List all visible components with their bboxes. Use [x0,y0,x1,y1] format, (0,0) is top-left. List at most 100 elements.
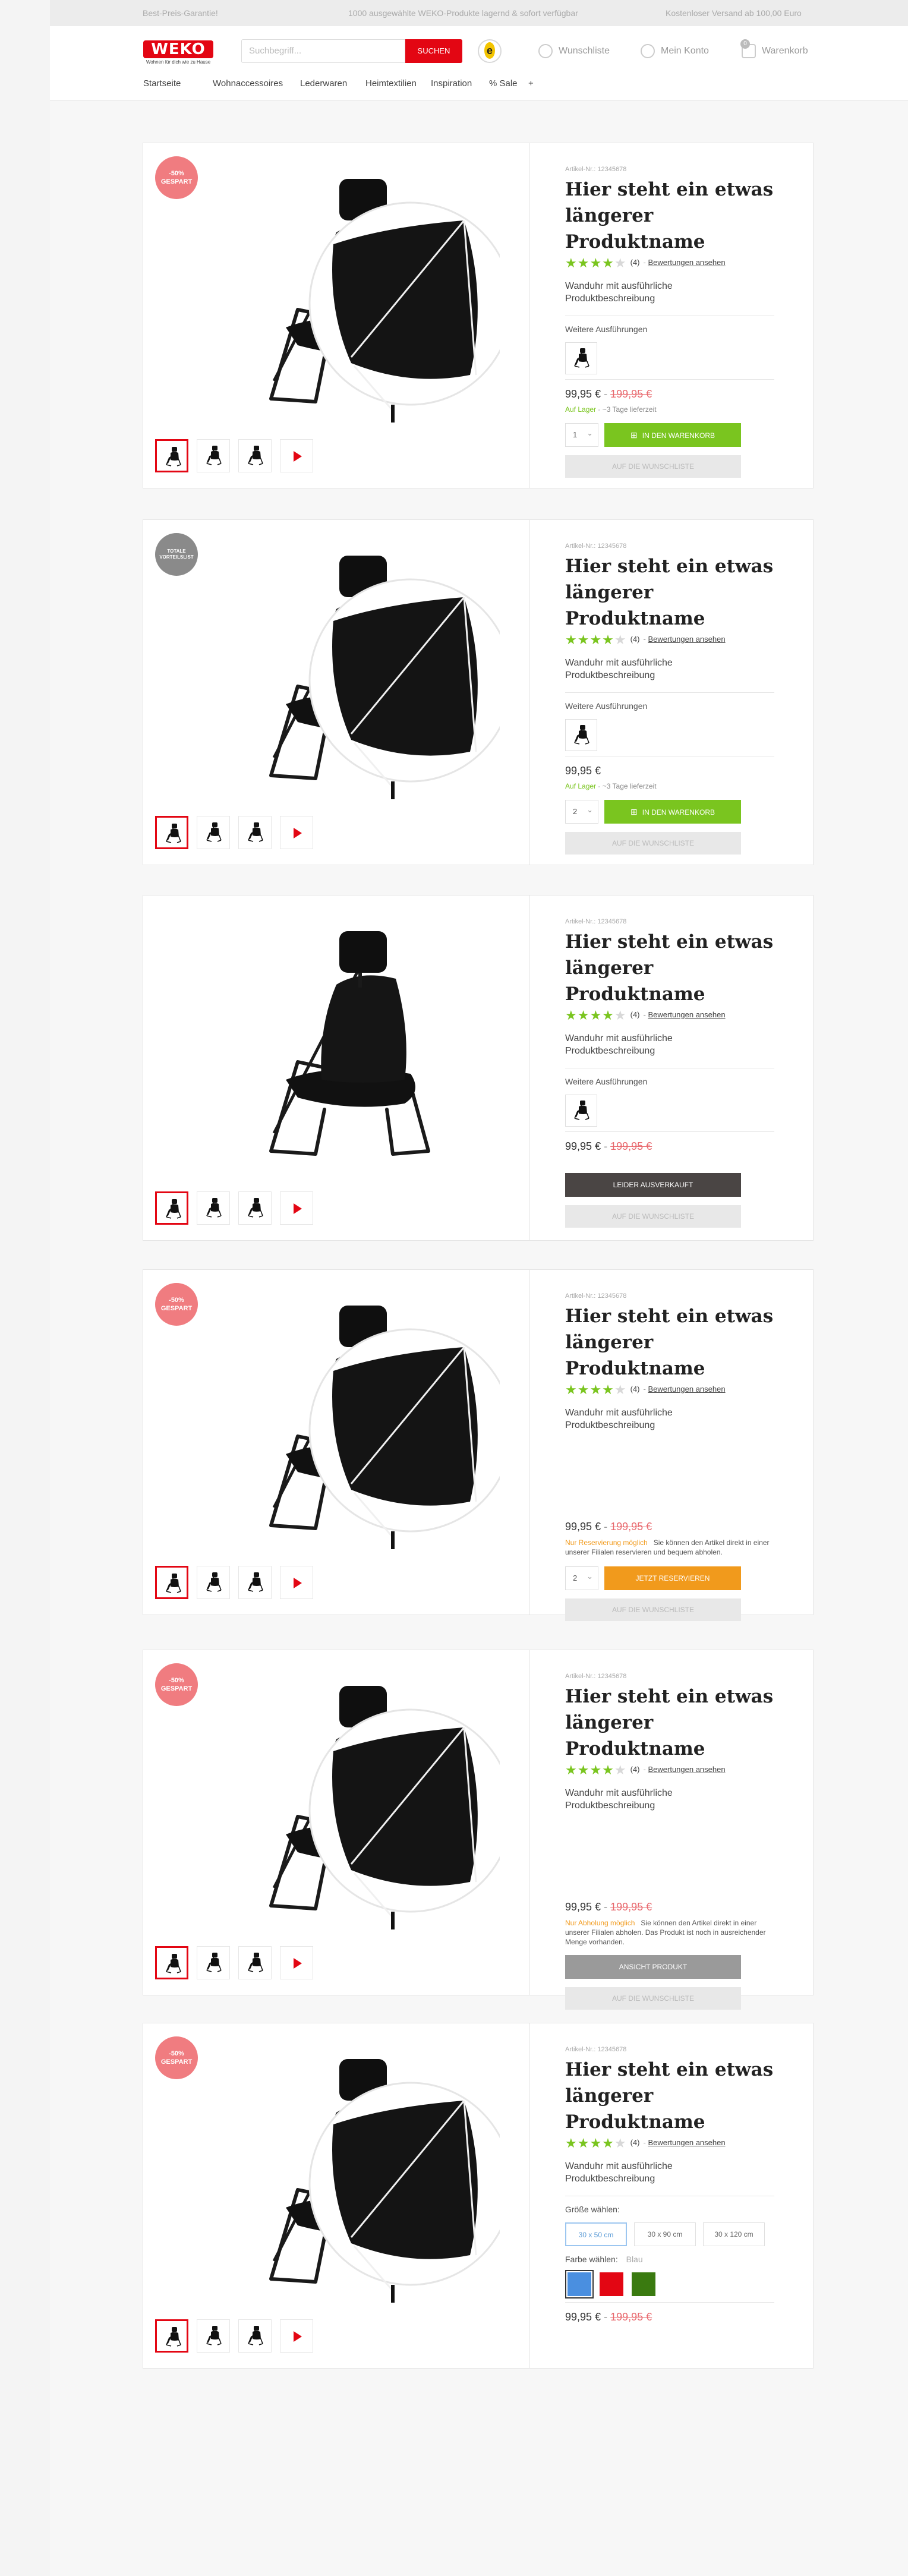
product-card: TOTALE VORTEILSLIST Artikel-Nr.: 1234567… [143,519,814,865]
nav-item-startseite[interactable]: Startseite [143,78,181,89]
video-play-icon[interactable] [280,1946,313,1979]
sold-out-button[interactable]: LEIDER AUSVERKAUFT [565,1173,741,1197]
wishlist-link[interactable]: Wunschliste [538,44,610,58]
top-info-bar: Best-Preis-Garantie! 1000 ausgewählte WE… [50,0,908,26]
reviews-link[interactable]: Bewertungen ansehen [648,258,725,267]
video-play-icon[interactable] [280,439,313,472]
discount-badge: -50% GESPART [155,1663,198,1706]
nav-item-wohnaccessoires[interactable]: Wohnaccessoires [213,78,283,89]
thumbnail-2[interactable] [197,2319,230,2353]
thumbnail-1[interactable] [155,1946,188,1979]
add-to-wishlist-button[interactable]: AUF DIE WUNSCHLISTE [565,832,741,855]
color-swatch[interactable] [565,2270,594,2298]
currency: € [595,1521,601,1533]
add-to-cart-button[interactable]: ⊞ IN DEN WARENKORB [604,800,741,824]
color-swatch[interactable] [600,2272,623,2296]
currency: € [595,2311,601,2323]
product-card: -50% GESPART Artikel-Nr.: 12345678 Hier s… [143,2023,814,2369]
thumbnail-2[interactable] [197,816,230,849]
view-product-button[interactable]: ANSICHT PRODUKT [565,1955,741,1979]
thumbnail-1[interactable] [155,439,188,472]
nav-item-lederwaren[interactable]: Lederwaren [300,78,347,89]
thumbnail-1[interactable] [155,2319,188,2353]
rating-stars-icon: ★★★★★ [565,632,627,647]
currency: € [595,1140,601,1152]
reserve-button[interactable]: JETZT RESERVIEREN [604,1566,741,1590]
weko-logo[interactable]: WEKO Wohnen für dich wie zu Hause [143,40,213,67]
nav-item-inspiration[interactable]: Inspiration [431,78,472,89]
product-image[interactable] [215,2041,513,2315]
reviews-link[interactable]: Bewertungen ansehen [648,2138,725,2147]
stock-row: Auf Lager - ~3 Tage lieferzeit [565,782,657,790]
product-card: Artikel-Nr.: 12345678 Hier steht ein etwa… [143,895,814,1241]
thumbnail-2[interactable] [197,1191,230,1225]
product-title[interactable]: Hier steht ein etwas längerer Produktnam… [565,553,791,632]
search-button[interactable]: SUCHEN [405,39,462,63]
search-input[interactable]: Suchbegriff... [241,39,405,63]
rating-row: ★★★★★ (4) - Bewertungen ansehen [565,1382,726,1397]
divider [565,1131,774,1132]
color-swatch[interactable] [632,2272,655,2296]
trusted-shops-seal-icon[interactable] [478,39,502,63]
variants-label: Weitere Ausführungen [565,324,648,334]
price: 99,95 [565,1901,592,1913]
quantity-select[interactable]: 2 [565,799,598,824]
product-image[interactable] [215,538,513,811]
thumbnail-1[interactable] [155,1566,188,1599]
thumbnail-3[interactable] [238,1191,272,1225]
thumbnail-3[interactable] [238,1566,272,1599]
product-image[interactable] [215,1668,513,1941]
thumbnail-3[interactable] [238,2319,272,2353]
product-image[interactable] [215,1288,513,1561]
price: 99,95 [565,2311,592,2323]
cart-link[interactable]: 0 Warenkorb [740,39,808,58]
reviews-link[interactable]: Bewertungen ansehen [648,635,725,644]
size-option[interactable]: 30 x 90 cm [634,2222,696,2246]
reviews-link[interactable]: Bewertungen ansehen [648,1765,725,1774]
variant-option[interactable] [565,1095,597,1127]
badge-text: -50% GESPART [160,2050,193,2066]
size-option[interactable]: 30 x 120 cm [703,2222,765,2246]
nav-item-heimtextilien[interactable]: Heimtextilien [365,78,417,89]
reviews-link[interactable]: Bewertungen ansehen [648,1385,725,1393]
add-to-wishlist-button[interactable]: AUF DIE WUNSCHLISTE [565,455,741,478]
thumbnail-3[interactable] [238,439,272,472]
add-to-cart-button[interactable]: ⊞ IN DEN WARENKORB [604,423,741,447]
add-to-wishlist-button[interactable]: AUF DIE WUNSCHLISTE [565,1205,741,1228]
variant-option[interactable] [565,719,597,751]
add-to-wishlist-button[interactable]: AUF DIE WUNSCHLISTE [565,1598,741,1621]
product-title[interactable]: Hier steht ein etwas längerer Produktnam… [565,929,791,1007]
variant-option[interactable] [565,342,597,374]
nav-item-sale[interactable]: % Sale [489,78,518,89]
availability-note: Nur Abholung möglich Sie können den Artik… [565,1918,775,1947]
availability-note: Nur Reservierung möglich Sie können den A… [565,1538,775,1557]
badge-text: TOTALE VORTEILSLIST [159,548,194,560]
reviews-link[interactable]: Bewertungen ansehen [648,1010,725,1019]
video-play-icon[interactable] [280,816,313,849]
product-image[interactable] [215,161,513,434]
video-play-icon[interactable] [280,2319,313,2353]
product-image[interactable] [215,913,500,1187]
video-play-icon[interactable] [280,1566,313,1599]
cart-label: Warenkorb [762,46,808,56]
product-title[interactable]: Hier steht ein etwas längerer Produktnam… [565,176,791,255]
rating-stars-icon: ★★★★★ [565,1762,627,1777]
rating-count: (4) [630,1765,640,1774]
thumbnail-3[interactable] [238,1946,272,1979]
account-link[interactable]: Mein Konto [641,44,709,58]
nav-item-more[interactable]: + [528,78,534,89]
thumbnail-3[interactable] [238,816,272,849]
quantity-select[interactable]: 2 [565,1565,598,1590]
thumbnail-2[interactable] [197,1566,230,1599]
product-title[interactable]: Hier steht ein etwas längerer Produktnam… [565,1683,791,1762]
product-title[interactable]: Hier steht ein etwas längerer Produktnam… [565,1303,791,1382]
thumbnail-2[interactable] [197,1946,230,1979]
thumbnail-2[interactable] [197,439,230,472]
video-play-icon[interactable] [280,1191,313,1225]
thumbnail-1[interactable] [155,816,188,849]
size-option[interactable]: 30 x 50 cm [565,2222,627,2246]
add-to-wishlist-button[interactable]: AUF DIE WUNSCHLISTE [565,1987,741,2010]
product-title[interactable]: Hier steht ein etwas längerer Produktnam… [565,2057,791,2135]
thumbnail-1[interactable] [155,1191,188,1225]
quantity-select[interactable]: 1 [565,422,598,447]
